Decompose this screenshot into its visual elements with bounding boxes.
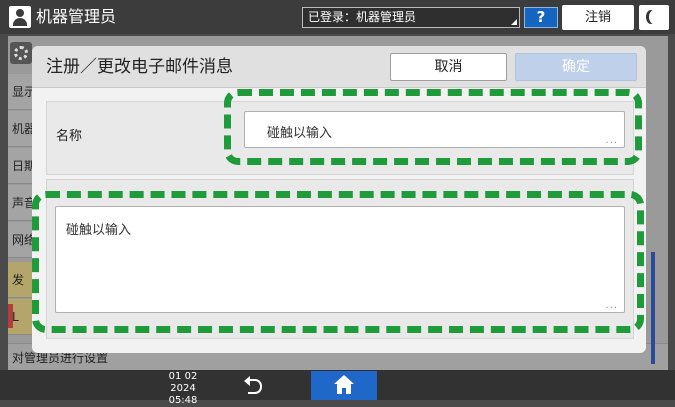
user-icon bbox=[9, 6, 31, 28]
clock-time: 05:48 bbox=[168, 395, 198, 406]
gear-icon bbox=[10, 42, 32, 64]
name-input-highlight bbox=[224, 89, 642, 165]
back-button[interactable] bbox=[234, 372, 274, 398]
logout-button[interactable]: 注销 bbox=[562, 5, 634, 30]
clock-date: 01 02 2024 bbox=[168, 371, 198, 394]
ok-button[interactable]: 确定 bbox=[515, 53, 637, 81]
app-title: 机器管理员 bbox=[36, 7, 117, 26]
home-button[interactable] bbox=[311, 371, 377, 400]
body-input-highlight bbox=[32, 191, 644, 333]
selection-marker bbox=[8, 304, 13, 328]
back-icon bbox=[248, 379, 262, 394]
corner-arrow-icon bbox=[511, 19, 517, 25]
help-button[interactable]: ? bbox=[524, 7, 558, 28]
screen-mode-button[interactable] bbox=[639, 5, 669, 30]
dialog-title: 注册／更改电子邮件消息 bbox=[46, 57, 233, 77]
cancel-button[interactable]: 取消 bbox=[390, 53, 507, 81]
login-status[interactable]: 已登录：机器管理员 bbox=[302, 7, 520, 28]
scrollbar[interactable] bbox=[651, 252, 655, 364]
home-icon bbox=[334, 375, 354, 384]
name-label: 名称 bbox=[56, 129, 83, 144]
login-status-text: 已登录：机器管理员 bbox=[308, 10, 417, 24]
moon-icon bbox=[649, 10, 659, 24]
clock: 01 02 2024 05:48 bbox=[157, 371, 209, 407]
